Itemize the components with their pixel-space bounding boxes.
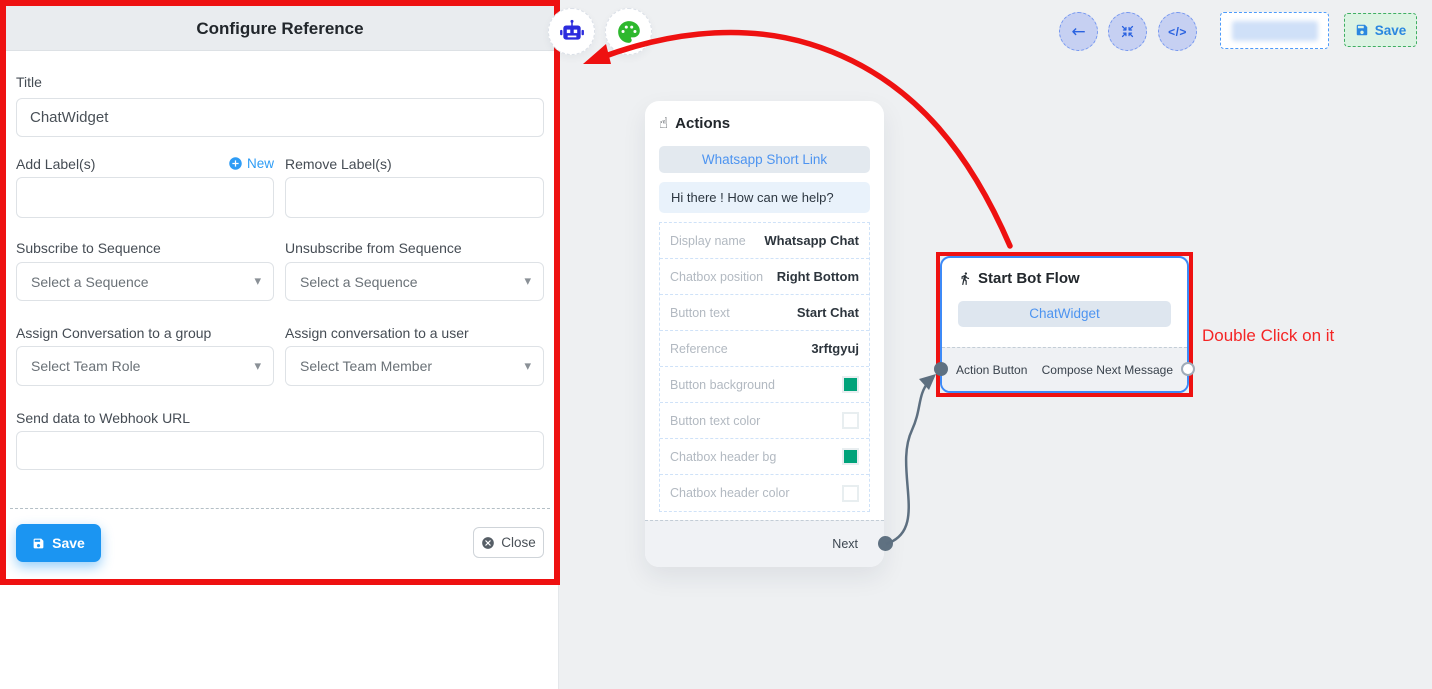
- webhook-label: Send data to Webhook URL: [16, 410, 190, 426]
- hand-pointer-icon: ☝: [659, 114, 668, 132]
- action-button-connector-dot[interactable]: [934, 362, 948, 376]
- flow-node-footer: Action Button Compose Next Message: [942, 347, 1187, 391]
- save-button[interactable]: Save: [16, 524, 101, 562]
- new-label-text: New: [247, 156, 274, 171]
- subscribe-select[interactable]: Select a Sequence ▾: [16, 262, 274, 301]
- assign-user-select[interactable]: Select Team Member ▾: [285, 346, 544, 386]
- title-label: Title: [16, 74, 42, 90]
- remove-labels-label: Remove Label(s): [285, 156, 392, 172]
- robot-icon: [559, 19, 585, 45]
- panel-title: Configure Reference: [6, 6, 554, 51]
- subscribe-label: Subscribe to Sequence: [16, 240, 161, 256]
- add-labels-input[interactable]: [16, 177, 274, 218]
- caret-down-icon: ▾: [524, 359, 531, 374]
- remove-labels-input[interactable]: [285, 177, 544, 218]
- palette-node-button[interactable]: [605, 8, 652, 55]
- property-row: Button text Start Chat: [660, 295, 869, 331]
- close-button[interactable]: Close: [473, 527, 544, 558]
- back-button[interactable]: ←: [1059, 12, 1098, 51]
- next-connector-dot[interactable]: [878, 536, 893, 551]
- assign-group-select[interactable]: Select Team Role ▾: [16, 346, 274, 386]
- save-button-label: Save: [52, 535, 85, 551]
- configure-reference-panel: Configure Reference Title Add Label(s) N…: [0, 0, 559, 689]
- connector-curve: [886, 374, 936, 544]
- property-label: Button text color: [670, 414, 760, 428]
- assign-user-label: Assign conversation to a user: [285, 325, 469, 341]
- floppy-save-icon: [1355, 23, 1369, 37]
- compress-icon: [1120, 24, 1135, 39]
- flow-save-label: Save: [1375, 23, 1407, 38]
- double-click-annotation: Double Click on it: [1202, 326, 1334, 346]
- property-row: Chatbox header color: [660, 475, 869, 511]
- property-label: Chatbox position: [670, 270, 763, 284]
- footer-divider: [10, 508, 550, 509]
- chatwidget-reference-button[interactable]: ChatWidget: [958, 301, 1171, 327]
- start-bot-flow-node[interactable]: Start Bot Flow ChatWidget Action Button …: [940, 256, 1189, 393]
- redacted-text: [1232, 21, 1318, 41]
- actions-node-title: Actions: [675, 115, 730, 132]
- color-swatch: [842, 412, 859, 429]
- actions-node-header: ☝ Actions: [659, 114, 730, 132]
- arrow-left-icon: ←: [1071, 22, 1085, 42]
- property-row: Button text color: [660, 403, 869, 439]
- assign-group-select-value: Select Team Role: [31, 358, 140, 374]
- caret-down-icon: ▾: [254, 274, 261, 289]
- color-swatch: [842, 376, 859, 393]
- plus-circle-icon: [228, 156, 243, 171]
- property-row: Button background: [660, 367, 869, 403]
- property-label: Button background: [670, 378, 775, 392]
- annotation-frame-node: Start Bot Flow ChatWidget Action Button …: [936, 252, 1193, 397]
- property-value: Right Bottom: [777, 269, 859, 284]
- subscribe-select-value: Select a Sequence: [31, 274, 149, 290]
- close-circle-icon: [481, 536, 495, 550]
- unsubscribe-select[interactable]: Select a Sequence ▾: [285, 262, 544, 301]
- floppy-save-icon: [32, 537, 45, 550]
- flow-save-button[interactable]: Save: [1344, 13, 1417, 47]
- assign-user-select-value: Select Team Member: [300, 358, 432, 374]
- property-value: 3rftgyuj: [811, 341, 859, 356]
- actions-properties-list: Display name Whatsapp Chat Chatbox posit…: [659, 222, 870, 512]
- walking-person-icon: [958, 271, 972, 286]
- greeting-message: Hi there ! How can we help?: [659, 182, 870, 213]
- property-label: Display name: [670, 234, 746, 248]
- actions-node-footer: Next: [645, 520, 884, 567]
- flow-name-field[interactable]: [1220, 12, 1329, 49]
- property-row: Display name Whatsapp Chat: [660, 223, 869, 259]
- property-row: Reference 3rftgyuj: [660, 331, 869, 367]
- action-button-label: Action Button: [956, 363, 1027, 377]
- unsubscribe-label: Unsubscribe from Sequence: [285, 240, 462, 256]
- property-row: Chatbox header bg: [660, 439, 869, 475]
- property-label: Chatbox header bg: [670, 450, 776, 464]
- flow-node-header: Start Bot Flow: [958, 270, 1080, 287]
- webhook-input[interactable]: [16, 431, 544, 470]
- flow-node-title: Start Bot Flow: [978, 270, 1080, 287]
- caret-down-icon: ▾: [524, 274, 531, 289]
- property-label: Button text: [670, 306, 730, 320]
- code-button[interactable]: </>: [1158, 12, 1197, 51]
- code-icon: </>: [1168, 25, 1187, 39]
- property-label: Reference: [670, 342, 728, 356]
- color-swatch: [842, 448, 859, 465]
- compose-next-connector-dot[interactable]: [1181, 362, 1195, 376]
- new-label-link[interactable]: New: [228, 156, 274, 171]
- assign-group-label: Assign Conversation to a group: [16, 325, 211, 341]
- property-value: Whatsapp Chat: [764, 233, 859, 248]
- add-labels-label: Add Label(s): [16, 156, 95, 172]
- color-swatch: [842, 485, 859, 502]
- caret-down-icon: ▾: [254, 359, 261, 374]
- next-label: Next: [832, 521, 858, 568]
- compress-button[interactable]: [1108, 12, 1147, 51]
- actions-node[interactable]: ☝ Actions Whatsapp Short Link Hi there !…: [645, 101, 884, 567]
- close-button-label: Close: [501, 535, 536, 550]
- whatsapp-short-link-button[interactable]: Whatsapp Short Link: [659, 146, 870, 173]
- unsubscribe-select-value: Select a Sequence: [300, 274, 418, 290]
- bot-node-button[interactable]: [548, 8, 595, 55]
- property-row: Chatbox position Right Bottom: [660, 259, 869, 295]
- property-value: Start Chat: [797, 305, 859, 320]
- compose-next-message-label: Compose Next Message: [1042, 363, 1173, 377]
- palette-icon: [616, 19, 642, 45]
- property-label: Chatbox header color: [670, 486, 790, 500]
- title-input[interactable]: [16, 98, 544, 137]
